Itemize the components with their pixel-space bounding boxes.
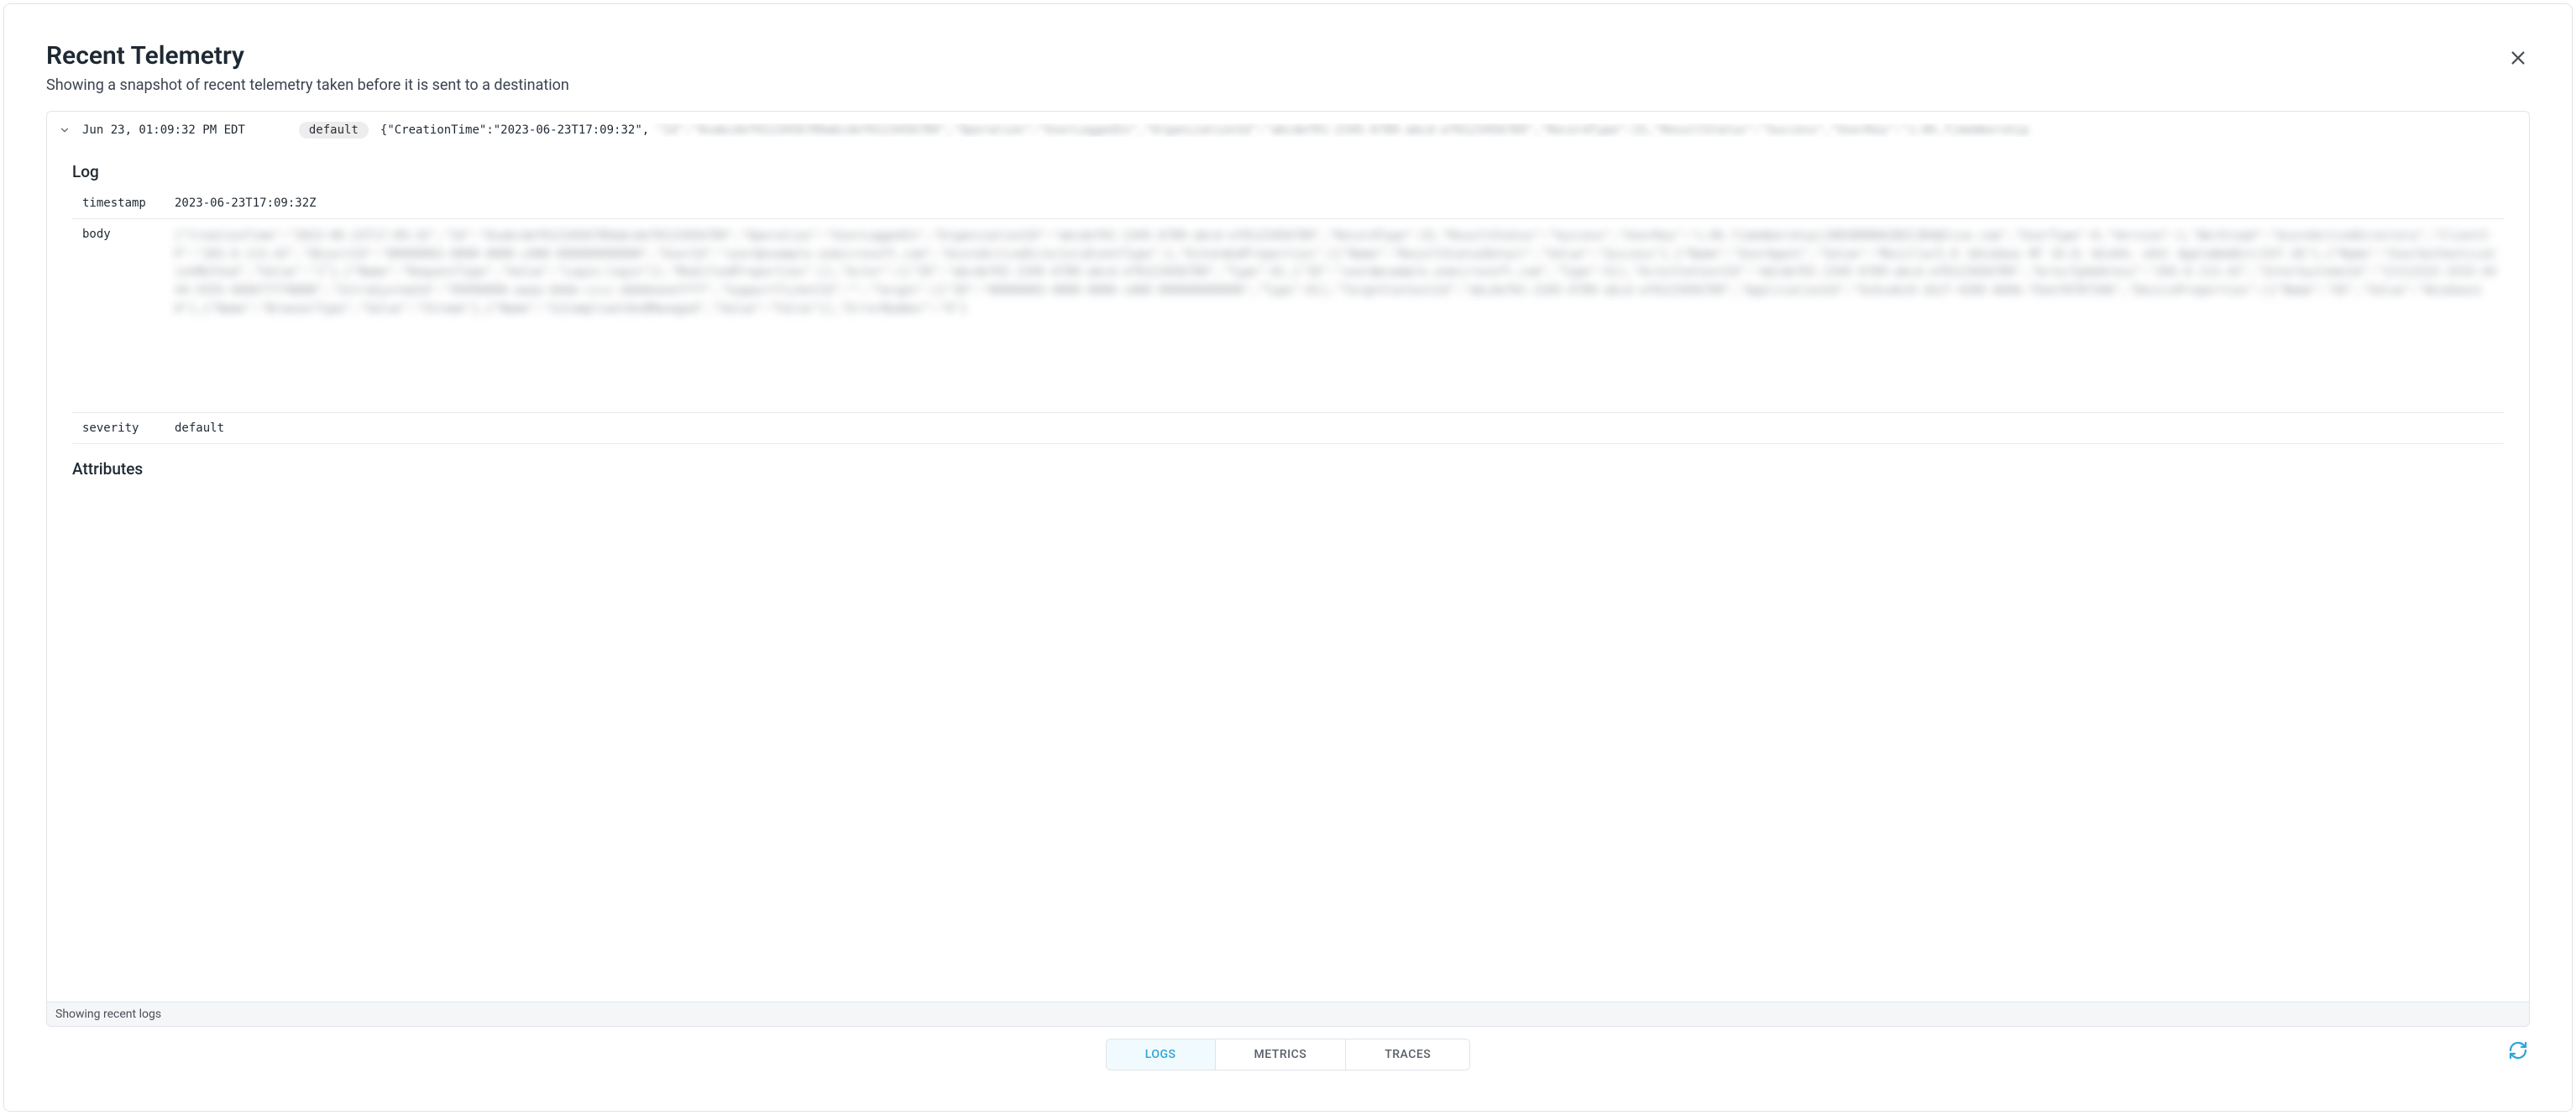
kv-row-timestamp: timestamp 2023-06-23T17:09:32Z (72, 188, 2504, 219)
entry-preview-redacted: "Id":"0xabcdef0123456789abcdef0123456789… (656, 123, 2029, 137)
tab-logs[interactable]: LOGS (1107, 1039, 1216, 1070)
title-block: Recent Telemetry Showing a snapshot of r… (46, 41, 2506, 94)
log-section-heading: Log (72, 162, 2504, 181)
kv-row-body: body {"CreationTime":"2023-06-23T17:09:3… (72, 219, 2504, 413)
attributes-section-heading: Attributes (72, 459, 2504, 479)
chevron-down-icon (59, 124, 71, 136)
page-subtitle: Showing a snapshot of recent telemetry t… (46, 76, 2506, 94)
refresh-icon (2508, 1040, 2528, 1060)
entry-preview-visible: {"CreationTime":"2023-06-23T17:09:32", (380, 123, 649, 137)
log-scroll[interactable]: Jun 23, 01:09:32 PM EDT default {"Creati… (47, 112, 2529, 1002)
severity-badge: default (299, 122, 369, 139)
status-bar: Showing recent logs (46, 1002, 2530, 1027)
kv-value: default (165, 413, 2504, 444)
kv-key: timestamp (72, 188, 165, 219)
status-text: Showing recent logs (55, 1008, 161, 1021)
kv-key: body (72, 219, 165, 413)
log-entry-row[interactable]: Jun 23, 01:09:32 PM EDT default {"Creati… (47, 112, 2529, 147)
expand-toggle[interactable] (59, 124, 71, 136)
footer: LOGS METRICS TRACES (4, 1027, 2572, 1111)
body-redacted: {"CreationTime":"2023-06-23T17:09:32","I… (175, 228, 2497, 404)
log-list-container: Jun 23, 01:09:32 PM EDT default {"Creati… (46, 111, 2530, 1002)
entry-preview: {"CreationTime":"2023-06-23T17:09:32", "I… (380, 123, 2517, 137)
close-button[interactable] (2506, 46, 2530, 70)
refresh-button[interactable] (2506, 1039, 2530, 1062)
telemetry-panel: Recent Telemetry Showing a snapshot of r… (3, 3, 2573, 1112)
kv-row-severity: severity default (72, 413, 2504, 444)
tab-metrics[interactable]: METRICS (1216, 1039, 1347, 1070)
log-kv-table: timestamp 2023-06-23T17:09:32Z body {"Cr… (72, 188, 2504, 444)
kv-key: severity (72, 413, 165, 444)
panel-header: Recent Telemetry Showing a snapshot of r… (4, 4, 2572, 94)
log-detail: Log timestamp 2023-06-23T17:09:32Z body … (47, 147, 2529, 479)
kv-value-body: {"CreationTime":"2023-06-23T17:09:32","I… (165, 219, 2504, 413)
kv-value: 2023-06-23T17:09:32Z (165, 188, 2504, 219)
page-title: Recent Telemetry (46, 41, 2506, 71)
telemetry-type-tabs: LOGS METRICS TRACES (1106, 1039, 1471, 1071)
tab-traces[interactable]: TRACES (1346, 1039, 1469, 1070)
entry-timestamp: Jun 23, 01:09:32 PM EDT (82, 123, 245, 137)
close-icon (2509, 49, 2527, 67)
